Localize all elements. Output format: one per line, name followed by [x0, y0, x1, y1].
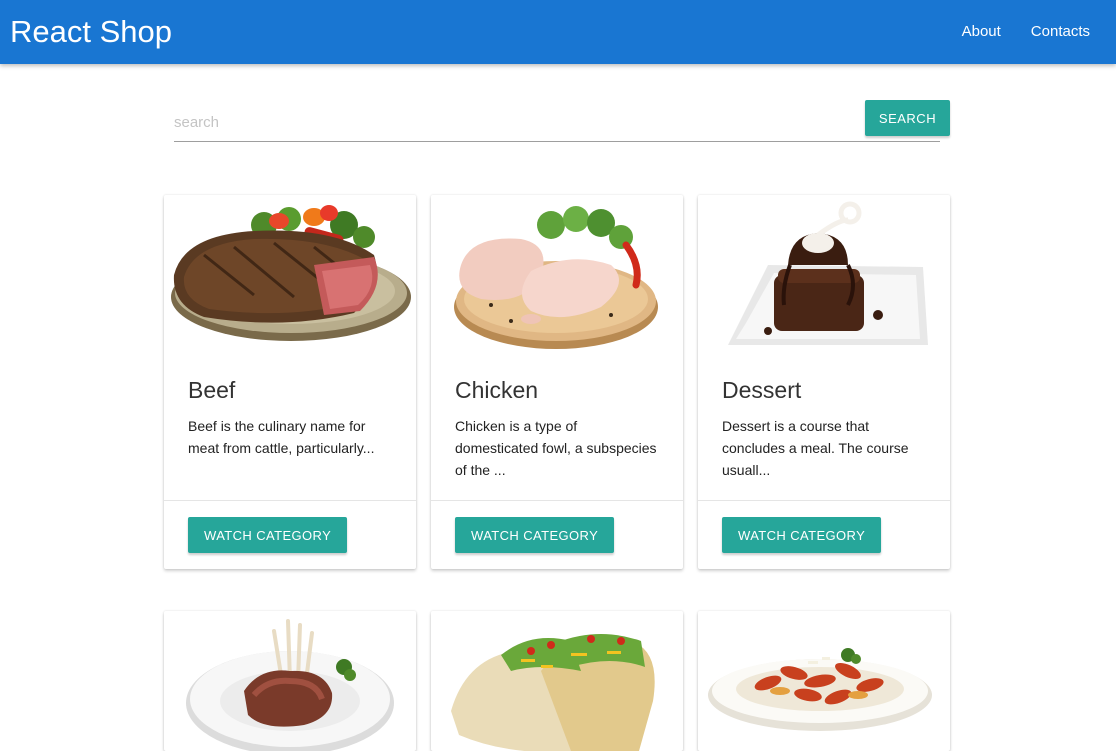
watch-category-button-dessert[interactable]: WATCH CATEGORY	[722, 517, 882, 553]
category-card-lamb	[164, 611, 416, 751]
card-description: Beef is the culinary name for meat from …	[188, 418, 375, 456]
chocolate-cake-image	[698, 195, 950, 365]
category-card-chicken: Chicken Chicken is a type of domesticate…	[431, 195, 683, 569]
nav-link-contacts[interactable]: Contacts	[1031, 22, 1090, 42]
category-card-tacos	[431, 611, 683, 751]
search-button[interactable]: SEARCH	[865, 100, 950, 136]
nav-links: About Contacts	[962, 22, 1090, 42]
category-card-dessert: Dessert Dessert is a course that conclud…	[698, 195, 950, 569]
search-bar: SEARCH	[174, 100, 950, 146]
search-input[interactable]	[174, 104, 940, 142]
category-card-beef: Beef Beef is the culinary name for meat …	[164, 195, 416, 569]
top-navbar: React Shop About Contacts	[0, 0, 1116, 64]
brand-logo-link[interactable]: React Shop	[10, 14, 172, 50]
category-card-pasta	[698, 611, 950, 751]
card-title: Chicken	[455, 377, 539, 403]
card-description: Chicken is a type of domesticated fowl, …	[455, 418, 657, 478]
beef-steak-image	[164, 195, 416, 365]
pasta-image	[698, 611, 950, 751]
tacos-image	[431, 611, 683, 751]
chicken-legs-image	[431, 195, 683, 365]
card-description: Dessert is a course that concludes a mea…	[722, 418, 909, 478]
card-title: Dessert	[722, 377, 802, 403]
watch-category-button-beef[interactable]: WATCH CATEGORY	[188, 517, 348, 553]
lamb-chops-image	[164, 611, 416, 751]
nav-link-about[interactable]: About	[962, 22, 1001, 42]
card-title: Beef	[188, 377, 236, 403]
watch-category-button-chicken[interactable]: WATCH CATEGORY	[455, 517, 615, 553]
